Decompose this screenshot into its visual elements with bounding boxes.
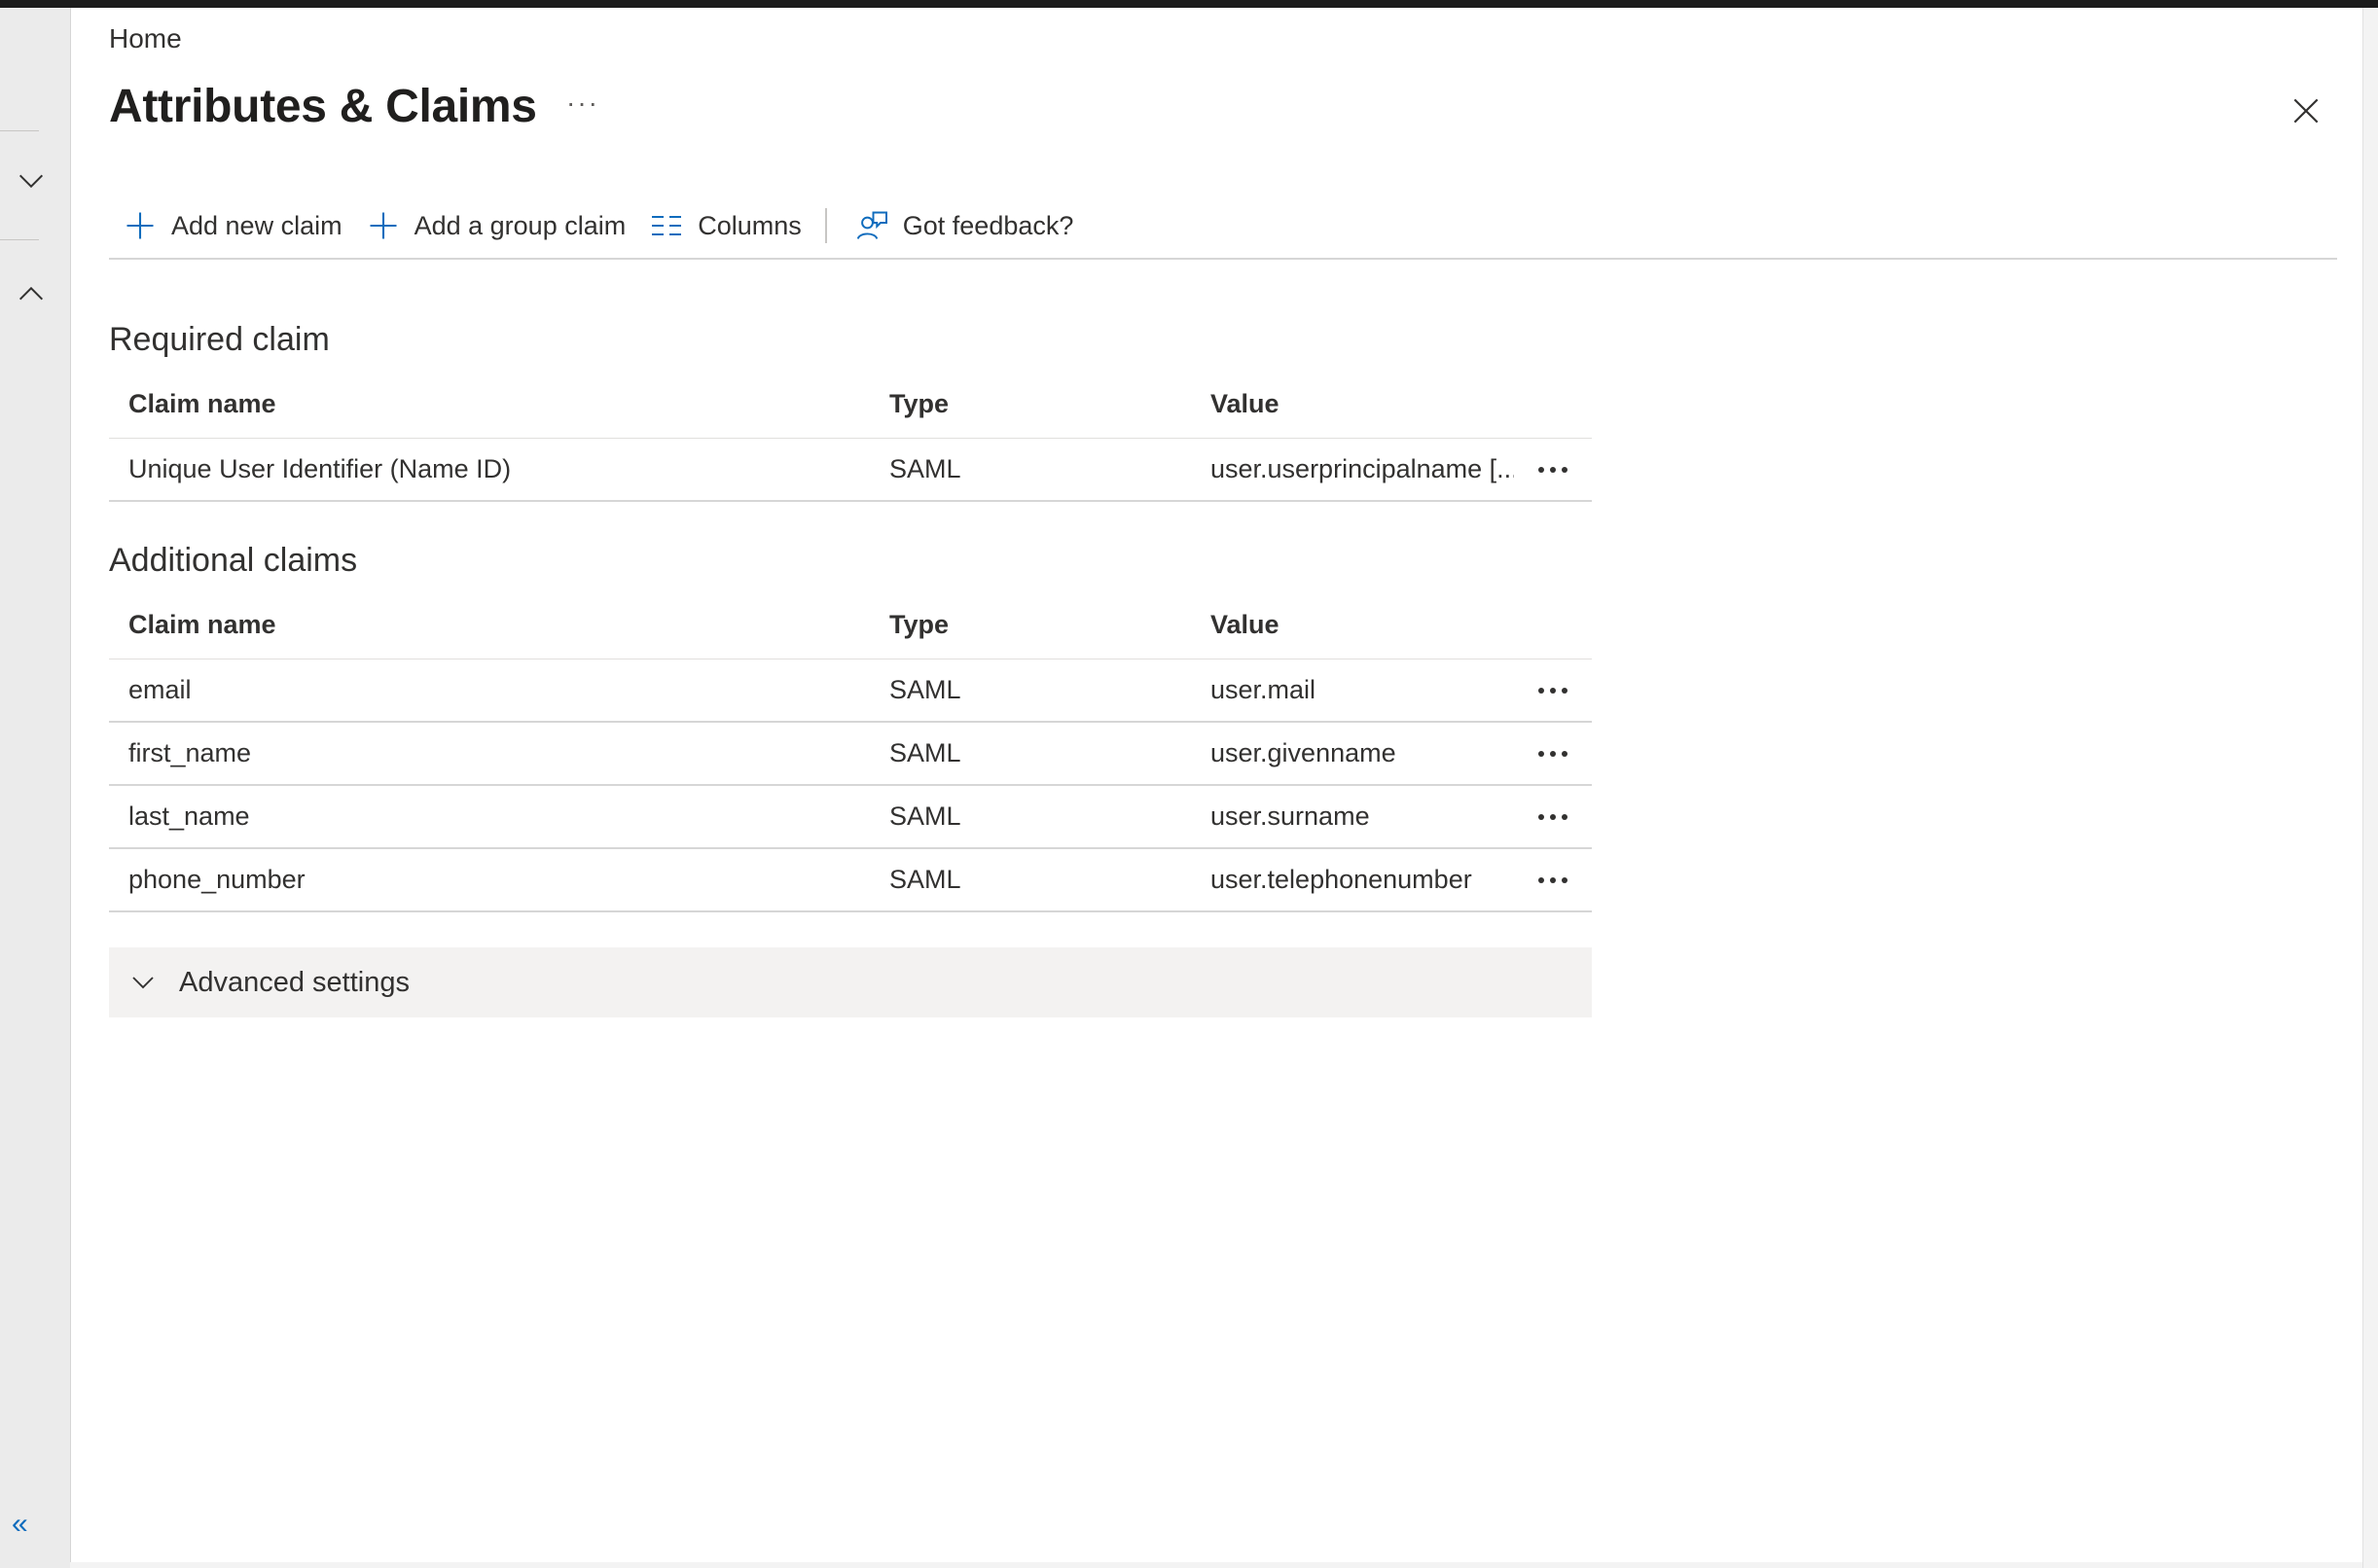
toolbar-divider-line [109,258,2337,260]
grid-header: Claim name Type Value [109,370,1592,439]
column-header-value[interactable]: Value [1210,389,1514,419]
add-group-claim-label: Add a group claim [414,210,627,240]
close-icon[interactable] [2287,91,2325,130]
column-header-claim-name[interactable]: Claim name [109,610,889,640]
required-claim-grid: Claim name Type Value Unique User Identi… [109,370,1592,502]
plus-icon [366,208,401,243]
columns-icon [649,208,684,243]
add-new-claim-button[interactable]: Add new claim [109,198,352,253]
feedback-icon [854,208,889,243]
claim-name-cell: phone_number [128,865,306,894]
more-icon[interactable] [1514,687,1592,694]
chevron-down-icon [132,977,154,989]
claim-value-cell: user.mail [1210,675,1316,704]
claim-type-cell: SAML [889,802,961,831]
claim-value-cell: user.givenname [1210,738,1396,767]
grid-header: Claim name Type Value [109,590,1592,659]
right-edge [2362,8,2378,1568]
required-claim-heading: Required claim [109,321,330,358]
top-bar [0,0,2378,8]
left-rail [0,8,71,1568]
table-row[interactable]: phone_number SAML user.telephonenumber [109,849,1592,912]
page-title: Attributes & Claims [109,81,537,132]
column-header-type[interactable]: Type [889,610,1210,640]
advanced-settings-toggle[interactable]: Advanced settings [109,947,1592,1017]
plus-icon [123,208,158,243]
more-icon[interactable] [1514,466,1592,473]
claim-name-cell: Unique User Identifier (Name ID) [128,454,512,483]
more-icon[interactable] [1514,813,1592,820]
rail-divider [0,239,39,240]
columns-button[interactable]: Columns [635,198,811,253]
breadcrumb-home[interactable]: Home [109,23,182,54]
more-icon[interactable] [1514,750,1592,757]
column-header-type[interactable]: Type [889,389,1210,419]
claim-name-cell: first_name [128,738,252,767]
advanced-settings-label: Advanced settings [179,966,410,998]
claim-type-cell: SAML [889,738,961,767]
table-row[interactable]: email SAML user.mail [109,659,1592,723]
toolbar-divider [824,208,827,243]
feedback-label: Got feedback? [902,210,1074,240]
chevron-up-icon[interactable] [14,276,49,311]
more-icon[interactable] [1514,876,1592,883]
table-row[interactable]: Unique User Identifier (Name ID) SAML us… [109,439,1592,502]
claim-name-cell: email [128,675,192,704]
feedback-button[interactable]: Got feedback? [841,198,1084,253]
claim-name-cell: last_name [128,802,250,831]
columns-label: Columns [698,210,802,240]
rail-divider [0,130,39,131]
table-row[interactable]: last_name SAML user.surname [109,786,1592,849]
additional-claims-heading: Additional claims [109,542,358,579]
add-new-claim-label: Add new claim [171,210,342,240]
collapse-rail-icon[interactable]: « [12,1508,28,1541]
add-group-claim-button[interactable]: Add a group claim [352,198,636,253]
bottom-edge [70,1562,2362,1568]
chevron-down-icon[interactable] [14,163,49,198]
column-header-value[interactable]: Value [1210,610,1514,640]
command-bar: Add new claim Add a group claim Columns … [109,198,1083,253]
claim-type-cell: SAML [889,675,961,704]
additional-claims-grid: Claim name Type Value email SAML user.ma… [109,590,1592,912]
claim-value-cell: user.telephonenumber [1210,865,1472,894]
table-row[interactable]: first_name SAML user.givenname [109,723,1592,786]
claim-type-cell: SAML [889,454,961,483]
more-icon[interactable]: ··· [566,88,599,119]
column-header-claim-name[interactable]: Claim name [109,389,889,419]
claim-type-cell: SAML [889,865,961,894]
claim-value-cell: user.surname [1210,802,1370,831]
claim-value-cell: user.userprincipalname [... [1210,454,1514,483]
